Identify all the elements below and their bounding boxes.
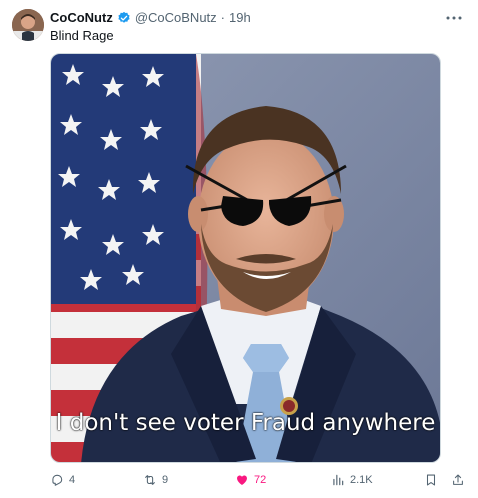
bookmark-icon [426,474,436,486]
tweet[interactable]: CoCoNutz @CoCoBNutz · 19h Blind Rage I d… [0,0,478,498]
view-count: 2.1K [350,474,373,486]
like-count: 72 [254,474,267,486]
separator-dot: · [220,10,226,25]
display-name[interactable]: CoCoNutz [50,9,113,27]
views-button[interactable]: 2.1K [331,471,373,489]
meme-caption: I don't see voter Fraud anywhere [55,410,436,436]
like-button[interactable]: 72 [235,471,266,489]
views-icon [333,474,344,486]
media-image [51,54,440,462]
share-icon [453,474,463,485]
more-icon[interactable] [444,9,464,27]
heart-icon [237,475,247,485]
share-button[interactable] [451,471,465,489]
avatar[interactable] [12,9,44,41]
repost-icon [145,475,155,485]
reply-icon [52,474,63,486]
tweet-media[interactable]: I don't see voter Fraud anywhere [50,53,441,463]
repost-count: 9 [162,474,169,486]
reply-count: 4 [69,474,76,486]
user-handle[interactable]: @CoCoBNutz [135,9,217,27]
tweet-header: CoCoNutz @CoCoBNutz · 19h [50,9,251,27]
repost-button[interactable]: 9 [143,471,168,489]
action-bar: 4 9 72 2.1K [50,471,468,489]
tweet-text: Blind Rage [50,28,114,43]
bookmark-button[interactable] [424,471,438,489]
verified-badge-icon [117,11,131,25]
reply-button[interactable]: 4 [50,471,75,489]
timestamp[interactable]: 19h [229,9,251,27]
